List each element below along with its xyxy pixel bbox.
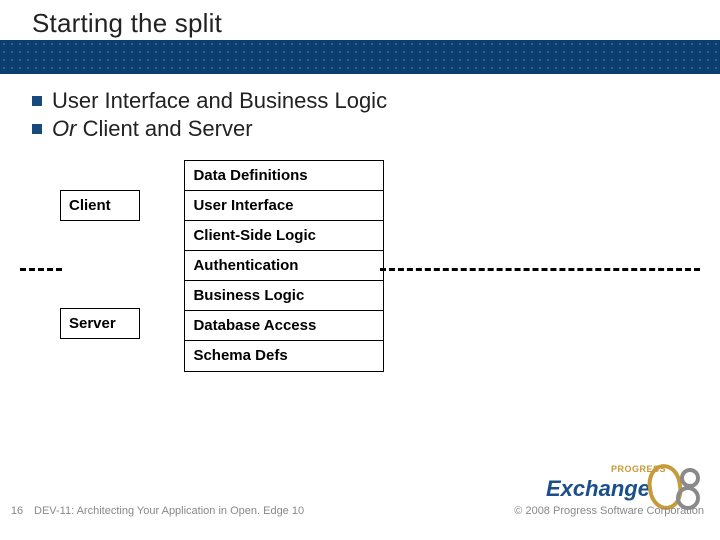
stack-cell-database-access: Database Access <box>185 311 383 341</box>
bullet-square-icon <box>32 96 42 106</box>
stack-cell-data-definitions: Data Definitions <box>185 161 383 191</box>
split-dash-right <box>380 268 700 271</box>
bullet-1-text: User Interface and Business Logic <box>52 88 387 114</box>
bullet-list: User Interface and Business Logic Or Cli… <box>32 88 700 144</box>
client-label-box: Client <box>60 190 140 221</box>
slide-number: 16 <box>0 505 34 517</box>
stack-cell-business-logic: Business Logic <box>185 281 383 311</box>
bullet-square-icon <box>32 124 42 134</box>
bullet-2: Or Client and Server <box>32 116 700 142</box>
header-band <box>0 40 720 74</box>
bullet-1: User Interface and Business Logic <box>32 88 700 114</box>
stack-cell-schema-defs: Schema Defs <box>185 341 383 371</box>
bullet-2-or: Or <box>52 116 76 141</box>
server-label-box: Server <box>60 308 140 339</box>
bullet-2-rest: Client and Server <box>76 116 252 141</box>
logo-eight-top-icon <box>680 468 700 488</box>
slide-title: Starting the split <box>32 8 222 39</box>
stack-cell-client-side-logic: Client-Side Logic <box>185 221 383 251</box>
stack-column: Data Definitions User Interface Client-S… <box>184 160 384 372</box>
footer-session-title: DEV-11: Architecting Your Application in… <box>34 505 514 517</box>
footer-bar: 16 DEV-11: Architecting Your Application… <box>0 492 720 530</box>
stack-cell-authentication: Authentication <box>185 251 383 281</box>
footer-copyright: © 2008 Progress Software Corporation <box>514 505 720 517</box>
split-diagram: Client Server Data Definitions User Inte… <box>60 160 364 372</box>
split-dash-left <box>20 268 62 271</box>
stack-cell-user-interface: User Interface <box>185 191 383 221</box>
